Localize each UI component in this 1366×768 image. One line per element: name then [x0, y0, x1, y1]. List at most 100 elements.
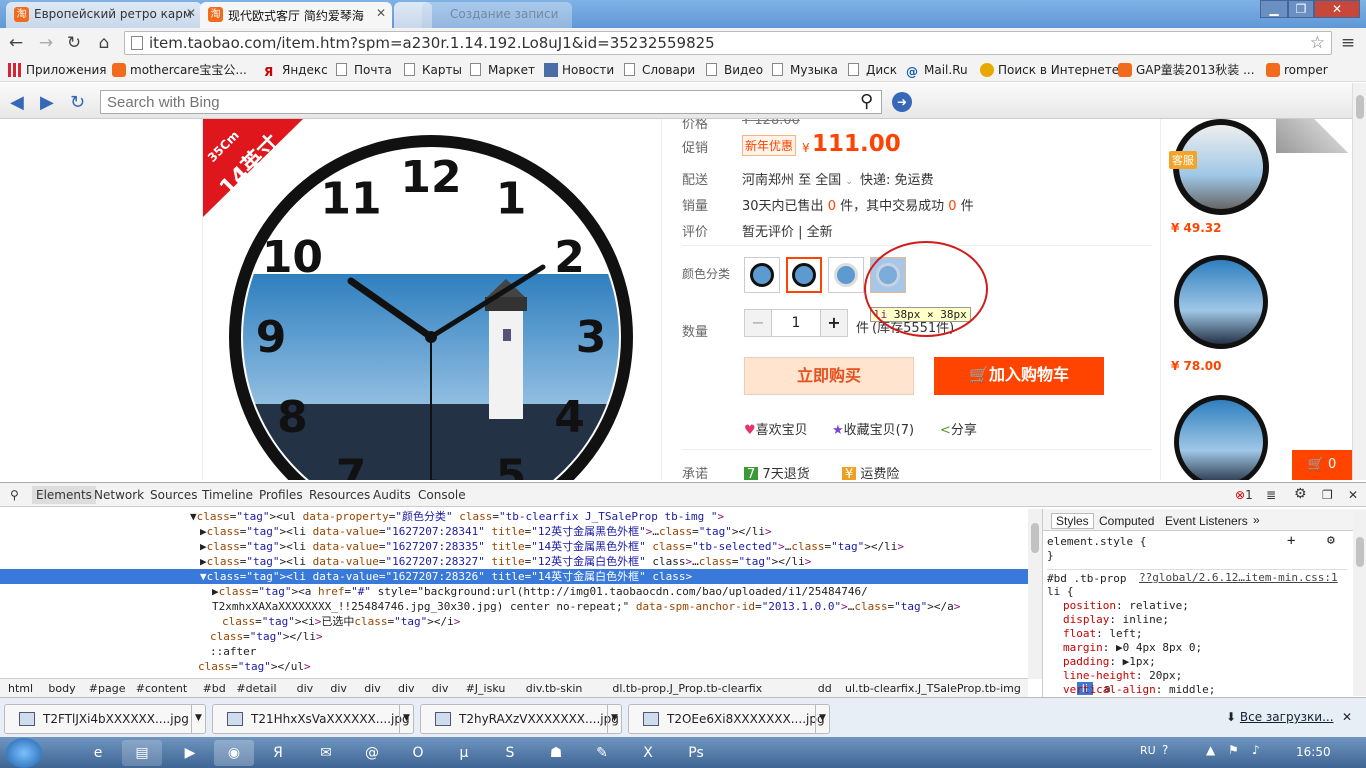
product-main-image[interactable]: 121234567891011 35Cm 14英寸: [202, 119, 662, 480]
breadcrumb-item[interactable]: div: [364, 682, 381, 695]
reload-icon[interactable]: ↻: [64, 33, 84, 53]
breadcrumb-item[interactable]: #J_isku: [466, 682, 506, 695]
css-property[interactable]: padding: ▶1px;: [1063, 655, 1156, 668]
css-property[interactable]: position: relative;: [1063, 599, 1189, 612]
tab-elements[interactable]: Elements: [32, 486, 96, 504]
console-drawer-icon[interactable]: ≣: [1266, 488, 1276, 502]
breadcrumb-item[interactable]: #detail: [236, 682, 276, 695]
dom-node-line[interactable]: ::after: [0, 644, 1028, 659]
mail-agent-icon[interactable]: @: [352, 740, 392, 766]
share-button[interactable]: <分享: [940, 419, 977, 438]
recommend-item[interactable]: [1171, 395, 1271, 480]
home-icon[interactable]: ⌂: [94, 33, 114, 53]
breadcrumb-item[interactable]: div: [432, 682, 449, 695]
download-item[interactable]: T2OEe6Xi8XXXXXXX....jpg ▼: [628, 704, 830, 734]
rule-selector-li[interactable]: li {: [1047, 585, 1074, 598]
add-rule-icon[interactable]: +: [1287, 533, 1295, 549]
close-devtools-icon[interactable]: ✕: [1348, 488, 1358, 502]
tab-computed[interactable]: Computed: [1099, 514, 1154, 528]
like-button[interactable]: ♥喜欢宝贝: [744, 419, 808, 438]
yandex-browser-icon[interactable]: Я: [258, 740, 298, 766]
paint-icon[interactable]: ✎: [582, 740, 622, 766]
download-item[interactable]: T2FTlJXi4bXXXXXX....jpg ▼: [4, 704, 206, 734]
color-swatch-14-black-selected[interactable]: [786, 257, 822, 293]
bing-search-input[interactable]: [100, 90, 882, 114]
css-property[interactable]: float: left;: [1063, 627, 1142, 640]
dom-node-line[interactable]: ▶class="tag"><li data-value="1627207:283…: [0, 539, 1028, 554]
breadcrumb-item[interactable]: div: [297, 682, 314, 695]
dom-node-line[interactable]: ▶class="tag"><li data-value="1627207:283…: [0, 554, 1028, 569]
close-window-button[interactable]: ✕: [1314, 0, 1360, 18]
maximize-button[interactable]: ❐: [1288, 0, 1314, 18]
dom-node-line[interactable]: T2xmhxXAXaXXXXXXXX_!!25484746.jpg_30x30.…: [0, 599, 1028, 614]
bookmark-star-icon[interactable]: ☆: [1310, 32, 1325, 54]
tab-styles[interactable]: Styles: [1051, 513, 1094, 529]
bookmark-item[interactable]: Поиск в Интернете: [980, 61, 1119, 79]
download-item[interactable]: T21HhxXsVaXXXXXX....jpg ▼: [212, 704, 414, 734]
dom-node-line[interactable]: class="tag"></li>: [0, 629, 1028, 644]
tab-event-listeners[interactable]: Event Listeners: [1165, 514, 1248, 528]
bookmark-item[interactable]: mothercare宝宝公...: [112, 61, 247, 79]
breadcrumb-item[interactable]: html: [8, 682, 33, 695]
customer-service-button[interactable]: 客服: [1169, 151, 1197, 169]
ie-icon[interactable]: e: [78, 740, 118, 766]
browser-tab[interactable]: Создание записи: [422, 2, 572, 28]
menu-icon[interactable]: ≡: [1338, 33, 1358, 53]
download-item[interactable]: T2hyRAXzVXXXXXXX....jpg ▼: [420, 704, 622, 734]
bookmark-item[interactable]: Словари: [624, 61, 695, 79]
start-button[interactable]: [6, 738, 42, 768]
promise-return[interactable]: 7 7天退货: [744, 463, 810, 480]
breadcrumb-item[interactable]: body: [48, 682, 75, 695]
color-swatch-12-black[interactable]: [744, 257, 780, 293]
mail-icon[interactable]: ✉: [306, 740, 346, 766]
breadcrumb-item[interactable]: div: [398, 682, 415, 695]
close-downloads-icon[interactable]: ✕: [1342, 710, 1352, 724]
search-icon[interactable]: ⚲: [860, 91, 873, 112]
bookmark-apps[interactable]: Приложения: [8, 61, 107, 79]
tab-timeline[interactable]: Timeline: [202, 488, 253, 502]
dom-node-line[interactable]: class="tag"><i>已选中class="tag"></i>: [0, 614, 1028, 629]
page-curl[interactable]: [1276, 119, 1352, 153]
dom-node-line[interactable]: class="tag"></ul>: [0, 659, 1028, 674]
element-style-rule[interactable]: element.style {: [1047, 535, 1146, 548]
promise-insurance[interactable]: ¥ 运费险: [842, 463, 899, 480]
breadcrumb-item[interactable]: dl.tb-prop.J_Prop.tb-clearfix: [612, 682, 762, 695]
clock-time[interactable]: 16:50: [1296, 745, 1331, 759]
breadcrumb-item[interactable]: div: [330, 682, 347, 695]
tray-arrow-icon[interactable]: ▲: [1206, 743, 1215, 757]
tab-console[interactable]: Console: [418, 488, 466, 502]
bookmark-item[interactable]: Музыка: [772, 61, 838, 79]
more-tabs-icon[interactable]: »: [1253, 513, 1260, 527]
bookmark-item[interactable]: Новости: [544, 61, 614, 79]
page-scrollbar[interactable]: [1352, 83, 1366, 480]
breadcrumb-item[interactable]: dd: [818, 682, 832, 695]
volume-icon[interactable]: ♪: [1252, 743, 1260, 757]
dom-node-line[interactable]: ▶class="tag"><a href="#" style="backgrou…: [0, 584, 1028, 599]
settings-icon[interactable]: ⚙: [1327, 533, 1335, 548]
minimize-button[interactable]: ▁: [1260, 0, 1288, 18]
quantity-minus-button[interactable]: −: [744, 309, 772, 337]
bookmark-item[interactable]: Диск: [848, 61, 897, 79]
css-property[interactable]: margin: ▶0 4px 8px 0;: [1063, 641, 1202, 654]
go-icon[interactable]: ➜: [892, 92, 912, 112]
refresh-icon[interactable]: ↻: [70, 92, 85, 113]
address-bar[interactable]: item.taobao.com/item.htm?spm=a230r.1.14.…: [124, 31, 1332, 55]
language-indicator[interactable]: RU: [1140, 744, 1156, 757]
favorite-button[interactable]: ★收藏宝贝(7): [832, 419, 914, 438]
close-tab-icon[interactable]: ✕: [376, 6, 386, 20]
dom-scrollbar[interactable]: [1028, 509, 1042, 679]
tab-resources[interactable]: Resources: [309, 488, 370, 502]
bookmark-item[interactable]: Я Яндекс: [264, 61, 328, 79]
bookmark-item[interactable]: Маркет: [470, 61, 535, 79]
error-counter[interactable]: ⊗1: [1235, 488, 1253, 502]
css-property[interactable]: line-height: 20px;: [1063, 669, 1182, 682]
back-icon[interactable]: ←: [6, 33, 26, 53]
help-icon[interactable]: ?: [1162, 743, 1168, 757]
browser-tab[interactable]: 淘 Европейский ретро карм ✕: [6, 2, 202, 28]
game-icon[interactable]: ☗: [536, 740, 576, 766]
shipping-value[interactable]: 河南郑州 至 全国 ⌄: [742, 169, 853, 188]
close-tab-icon[interactable]: ✕: [186, 6, 196, 20]
dom-node-line[interactable]: ▶class="tag"><li data-value="1627207:283…: [0, 524, 1028, 539]
bookmark-item[interactable]: GAP童装2013秋装 ...: [1118, 61, 1255, 79]
excel-icon[interactable]: X: [628, 740, 668, 766]
